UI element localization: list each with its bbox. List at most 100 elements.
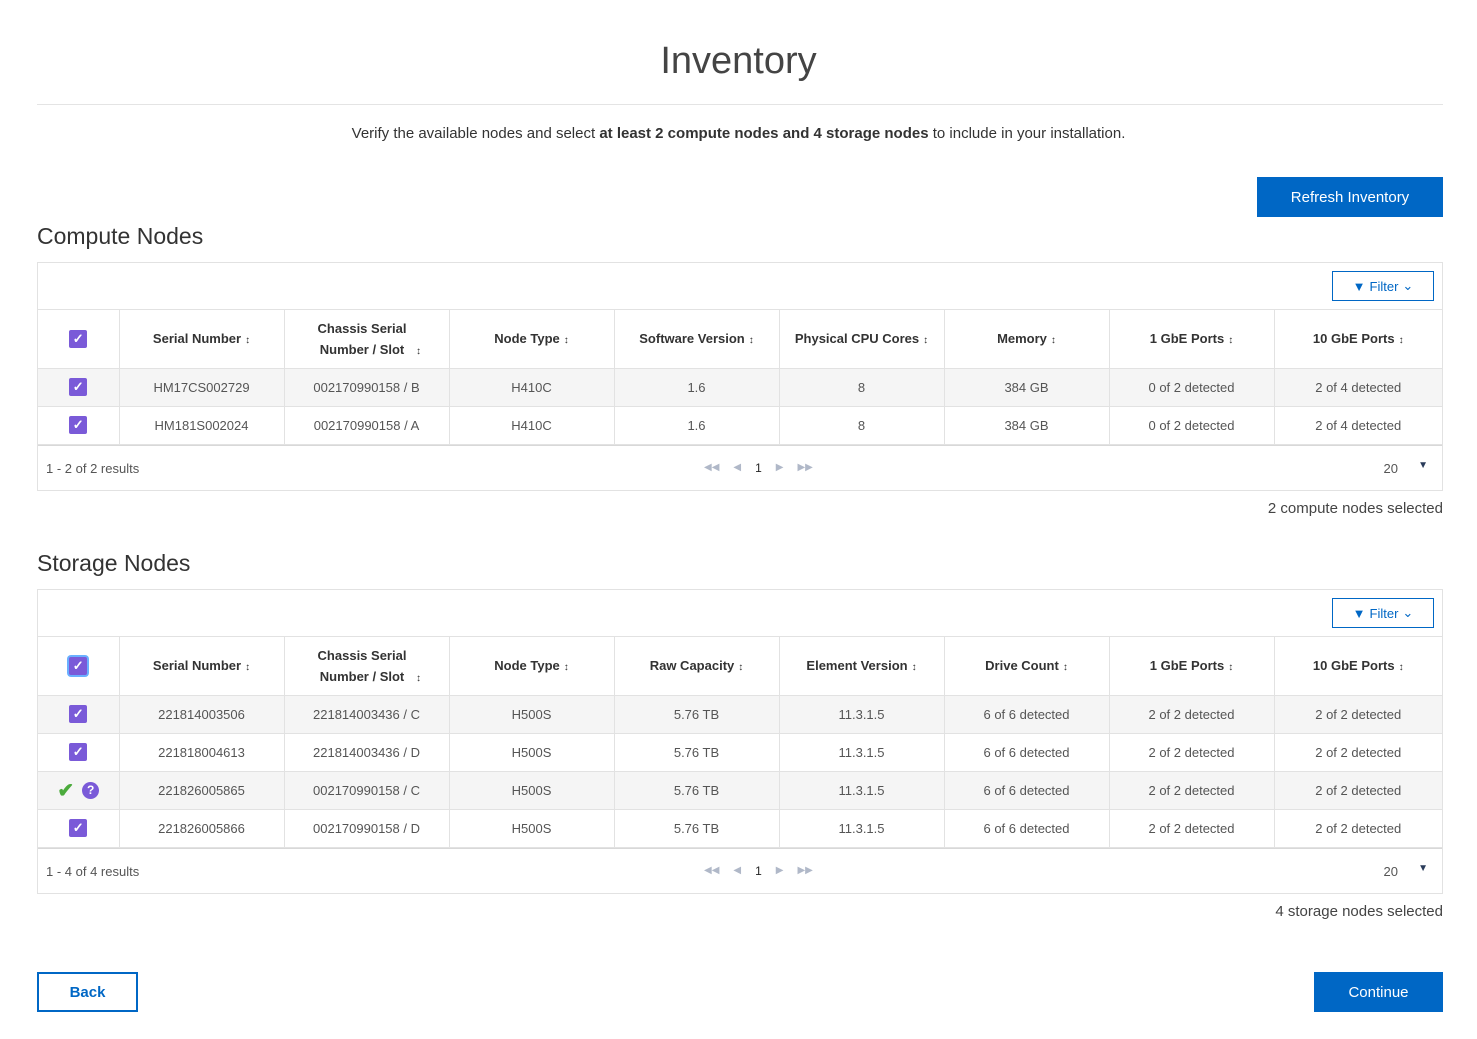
caret-down-icon[interactable]: ▼ — [1418, 460, 1428, 471]
table-cell: 0 of 2 detected — [1109, 406, 1275, 445]
row-checkbox[interactable]: ✓ — [69, 416, 88, 434]
table-cell: 11.3.1.5 — [779, 771, 945, 810]
next-page-icon[interactable]: ▶ — [776, 865, 784, 876]
prev-page-icon[interactable]: ◀ — [733, 865, 741, 876]
first-page-icon[interactable]: ◀◀ — [704, 865, 719, 876]
table-row[interactable]: ✓ 221814003506 221814003436 / C H500S 5.76 T… — [38, 695, 1442, 734]
sort-icon[interactable]: ↕ — [912, 662, 917, 673]
column-header[interactable]: Software Version ↕ — [614, 310, 780, 369]
page-size-select[interactable]: 20 — [1384, 461, 1398, 476]
sort-icon[interactable]: ↕ — [245, 662, 250, 673]
column-header-label: 10 GbE Ports — [1312, 658, 1395, 674]
column-header[interactable]: Element Version ↕ — [779, 637, 945, 696]
table-cell: 6 of 6 detected — [944, 771, 1110, 810]
prev-page-icon[interactable]: ◀ — [733, 462, 741, 473]
table-cell: 2 of 2 detected — [1109, 809, 1275, 848]
caret-down-icon[interactable]: ▼ — [1418, 863, 1428, 874]
table-row[interactable]: ✓ 221818004613 221814003436 / D H500S 5.76 T… — [38, 733, 1442, 772]
table-cell: H500S — [449, 733, 615, 772]
column-header-label: Node Type — [494, 331, 560, 347]
column-header[interactable]: Drive Count ↕ — [944, 637, 1110, 696]
row-checkbox[interactable]: ✓ — [69, 819, 88, 837]
continue-button[interactable]: Continue — [1314, 972, 1443, 1012]
sort-icon[interactable]: ↕ — [416, 673, 421, 684]
table-cell: 221814003436 / C — [284, 695, 450, 734]
sort-icon[interactable]: ↕ — [564, 662, 569, 673]
first-page-icon[interactable]: ◀◀ — [704, 462, 719, 473]
sort-icon[interactable]: ↕ — [923, 335, 928, 346]
sort-icon[interactable]: ↕ — [245, 335, 250, 346]
table-cell: 002170990158 / D — [284, 809, 450, 848]
sort-icon[interactable]: ↕ — [1399, 335, 1404, 346]
table-cell: H410C — [449, 368, 615, 407]
select-all-checkbox[interactable]: ✓ — [69, 656, 88, 675]
sort-icon[interactable]: ↕ — [416, 346, 421, 357]
back-button[interactable]: Back — [37, 972, 138, 1012]
filter-button[interactable]: ▼ Filter ⌄ — [1332, 598, 1434, 628]
results-count: 1 - 4 of 4 results — [46, 863, 140, 879]
table-cell: 0 of 2 detected — [1109, 368, 1275, 407]
sort-icon[interactable]: ↕ — [1063, 662, 1068, 673]
column-header[interactable]: Node Type ↕ — [449, 637, 615, 696]
table-cell: 002170990158 / A — [284, 406, 450, 445]
table-row[interactable]: ✔? 221826005865 002170990158 / C H500S 5.76 … — [38, 771, 1442, 810]
sort-icon[interactable]: ↕ — [749, 335, 754, 346]
column-header[interactable]: 1 GbE Ports ↕ — [1109, 310, 1275, 369]
sort-icon[interactable]: ↕ — [1399, 662, 1404, 673]
table-row[interactable]: ✓ HM17CS002729 002170990158 / B H410C 1.6 8 38… — [38, 368, 1442, 407]
sort-icon[interactable]: ↕ — [564, 335, 569, 346]
sort-icon[interactable]: ↕ — [1228, 335, 1233, 346]
divider — [37, 104, 1443, 105]
nodes-table: ✓ Serial Number ↕ Chassis Serial Number / S… — [38, 637, 1442, 848]
select-all-checkbox[interactable]: ✓ — [69, 329, 88, 348]
chevron-down-icon: ⌄ — [1402, 278, 1414, 293]
column-header[interactable]: 10 GbE Ports ↕ — [1274, 637, 1442, 696]
column-header-label: Physical CPU Cores — [794, 331, 920, 347]
column-header[interactable]: Chassis Serial Number / Slot ↕ — [284, 310, 450, 369]
column-header[interactable]: Serial Number ↕ — [119, 637, 285, 696]
filter-icon: ▼ — [1352, 605, 1366, 621]
row-checkbox[interactable]: ✓ — [69, 378, 88, 396]
sort-icon[interactable]: ↕ — [1051, 335, 1056, 346]
table-cell: 2 of 2 detected — [1274, 695, 1442, 734]
table-cell: 221814003506 — [119, 695, 285, 734]
column-header[interactable]: Memory ↕ — [944, 310, 1110, 369]
help-icon[interactable]: ? — [82, 781, 100, 799]
column-header[interactable]: 1 GbE Ports ↕ — [1109, 637, 1275, 696]
last-page-icon[interactable]: ▶▶ — [797, 462, 812, 473]
current-page[interactable]: 1 — [755, 864, 762, 878]
table-cell: 2 of 2 detected — [1109, 695, 1275, 734]
table-row[interactable]: ✓ HM181S002024 002170990158 / A H410C 1.6 8 38… — [38, 406, 1442, 445]
compute-selected-count: 2 compute nodes selected — [1267, 500, 1443, 517]
column-header[interactable]: Chassis Serial Number / Slot ↕ — [284, 637, 450, 696]
pagination: ◀◀ ◀ 1 ▶ ▶▶ — [704, 864, 813, 878]
column-header[interactable]: Raw Capacity ↕ — [614, 637, 780, 696]
column-header[interactable]: Node Type ↕ — [449, 310, 615, 369]
row-select-cell: ✔? — [38, 771, 120, 810]
current-page[interactable]: 1 — [755, 461, 762, 475]
column-header-label: Drive Count — [985, 658, 1059, 674]
column-header-label: Memory — [997, 331, 1047, 347]
page-title: Inventory — [660, 40, 817, 82]
table-row[interactable]: ✓ 221826005866 002170990158 / D H500S 5.76 T… — [38, 809, 1442, 848]
sort-icon[interactable]: ↕ — [738, 662, 743, 673]
row-select-cell: ✓ — [38, 695, 120, 734]
row-select-cell: ✓ — [38, 733, 120, 772]
refresh-inventory-button[interactable]: Refresh Inventory — [1257, 177, 1443, 217]
table-cell: 002170990158 / B — [284, 368, 450, 407]
column-header[interactable]: 10 GbE Ports ↕ — [1274, 310, 1442, 369]
column-header[interactable]: Physical CPU Cores ↕ — [779, 310, 945, 369]
page-size-select[interactable]: 20 — [1384, 864, 1398, 879]
table-cell: 384 GB — [944, 368, 1110, 407]
column-header[interactable]: Serial Number ↕ — [119, 310, 285, 369]
last-page-icon[interactable]: ▶▶ — [797, 865, 812, 876]
row-checkbox[interactable]: ✓ — [69, 743, 88, 761]
row-checkbox[interactable]: ✓ — [69, 705, 88, 723]
instructions: Verify the available nodes and select at… — [0, 125, 1477, 142]
storage-selected-count: 4 storage nodes selected — [1275, 903, 1443, 920]
sort-icon[interactable]: ↕ — [1228, 662, 1233, 673]
table-cell: 11.3.1.5 — [779, 733, 945, 772]
next-page-icon[interactable]: ▶ — [776, 462, 784, 473]
filter-button[interactable]: ▼ Filter ⌄ — [1332, 271, 1434, 301]
column-header-label: 10 GbE Ports — [1312, 331, 1395, 347]
